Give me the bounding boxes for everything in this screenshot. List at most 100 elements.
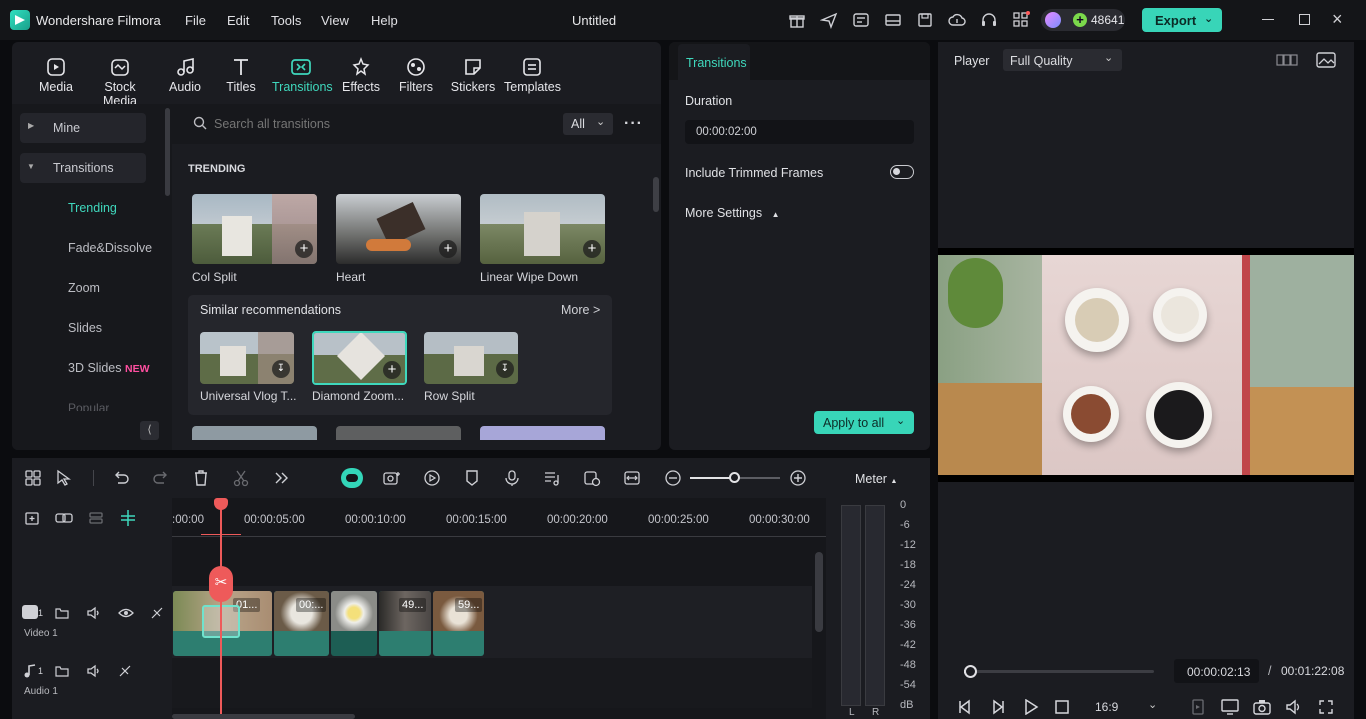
download-icon[interactable]: ↧ (272, 360, 290, 378)
transition-thumb-heart[interactable]: + (336, 194, 461, 264)
video-clip[interactable]: 00:... (274, 591, 329, 656)
playhead-line[interactable] (220, 498, 222, 719)
sidebar-item-mine[interactable]: ▶ Mine (20, 113, 146, 143)
menu-view[interactable]: View (321, 13, 349, 28)
transition-thumb-diamond-zoom[interactable]: + (312, 331, 407, 385)
chevron-down-icon[interactable]: ⌄ (896, 414, 905, 427)
send-icon[interactable] (819, 11, 838, 30)
more-options-icon[interactable]: ··· (624, 115, 643, 133)
video-clip[interactable]: 49... (379, 591, 431, 656)
audio-mix-icon[interactable] (543, 469, 561, 487)
transition-thumb-universal-vlog[interactable]: ↧ (200, 332, 294, 384)
undo-icon[interactable] (112, 469, 130, 487)
transition-thumb-row-split[interactable]: ↧ (424, 332, 518, 384)
more-tools-icon[interactable] (272, 469, 290, 487)
sidebar-item-slides[interactable]: Slides (68, 321, 102, 335)
sidebar-item-3d-slides[interactable]: 3D Slides NEW (68, 361, 149, 375)
fullscreen-icon[interactable] (1318, 699, 1334, 715)
snap-magnet-icon[interactable] (118, 508, 138, 528)
meter-toggle[interactable]: Meter ▲ (855, 472, 897, 486)
marker-icon[interactable] (463, 469, 481, 487)
add-icon[interactable]: + (295, 240, 313, 258)
layout-icon[interactable] (884, 11, 902, 29)
save-icon[interactable] (916, 11, 934, 29)
transition-thumb-col-split[interactable]: + (192, 194, 317, 264)
eye-icon[interactable] (118, 606, 134, 620)
timeline-vertical-scrollbar[interactable] (815, 552, 823, 632)
include-trimmed-toggle[interactable] (890, 165, 914, 179)
minimize-icon[interactable] (1262, 19, 1274, 20)
gift-icon[interactable] (788, 11, 806, 29)
menu-tools[interactable]: Tools (271, 13, 301, 28)
duration-input[interactable]: 00:00:02:00 (685, 120, 914, 144)
tab-stock-media[interactable]: Stock Media (86, 56, 154, 108)
speed-icon[interactable] (423, 469, 441, 487)
camera-snapshot-icon[interactable] (1253, 699, 1271, 715)
display-icon[interactable] (1221, 699, 1239, 715)
add-track-icon[interactable] (23, 510, 41, 526)
library-scrollbar[interactable] (653, 177, 659, 212)
filter-dropdown[interactable]: All ⌄ (563, 113, 613, 135)
fit-timeline-icon[interactable] (623, 469, 641, 487)
transition-thumb[interactable] (336, 426, 461, 440)
microphone-icon[interactable] (503, 469, 521, 487)
folder-icon[interactable] (55, 606, 69, 620)
quality-dropdown[interactable]: Full Quality ⌄ (1003, 49, 1122, 71)
playback-progress-knob[interactable] (963, 665, 977, 678)
tab-transitions[interactable]: Transitions (272, 56, 333, 94)
zoom-out-icon[interactable] (664, 469, 682, 487)
sidebar-item-fade-dissolve[interactable]: Fade&Dissolve (68, 241, 152, 255)
export-button[interactable]: Export ⌄ (1142, 8, 1222, 32)
apps-grid-icon[interactable] (1012, 11, 1030, 29)
mute-icon[interactable] (86, 663, 102, 679)
record-screen-icon[interactable] (382, 469, 402, 487)
transition-thumb[interactable] (480, 426, 605, 440)
grid-layout-icon[interactable] (24, 469, 42, 487)
download-icon[interactable]: ↧ (496, 360, 514, 378)
ai-assist-icon[interactable] (341, 468, 363, 488)
auto-sync-icon[interactable] (583, 469, 601, 487)
redo-icon[interactable] (152, 469, 170, 487)
playback-progress-bar[interactable] (964, 670, 1154, 673)
add-icon[interactable]: + (439, 240, 457, 258)
sidebar-scrollbar[interactable] (165, 108, 170, 196)
collapse-sidebar-button[interactable]: ⟨ (140, 421, 159, 440)
image-snapshot-icon[interactable] (1316, 51, 1336, 69)
tab-media[interactable]: Media (36, 56, 76, 94)
folder-icon[interactable] (55, 664, 69, 678)
play-icon[interactable] (1022, 699, 1040, 715)
add-icon[interactable]: + (383, 361, 401, 379)
previous-frame-icon[interactable] (956, 699, 974, 715)
tab-effects[interactable]: Effects (340, 56, 382, 94)
close-icon[interactable]: × (1332, 9, 1343, 30)
add-icon[interactable]: + (583, 240, 601, 258)
tab-titles[interactable]: Titles (222, 56, 260, 94)
tab-audio[interactable]: Audio (166, 56, 204, 94)
mute-icon[interactable] (86, 605, 102, 621)
sidebar-item-zoom[interactable]: Zoom (68, 281, 100, 295)
video-clip[interactable] (331, 591, 377, 656)
chevron-down-icon[interactable]: ⌄ (1204, 12, 1213, 25)
timeline-horizontal-scrollbar[interactable] (172, 714, 355, 719)
more-settings-toggle[interactable]: More Settings ▲ (685, 206, 780, 220)
render-preview-icon[interactable] (1191, 699, 1205, 715)
tab-filters[interactable]: Filters (398, 56, 434, 94)
zoom-in-icon[interactable] (789, 469, 807, 487)
sidebar-item-popular[interactable]: Popular (68, 401, 109, 411)
menu-edit[interactable]: Edit (227, 13, 249, 28)
select-tool-icon[interactable] (55, 469, 73, 487)
zoom-slider-knob[interactable] (729, 472, 740, 483)
transition-thumb-linear-wipe-down[interactable]: + (480, 194, 605, 264)
tab-templates[interactable]: Templates (504, 56, 561, 94)
sidebar-item-trending[interactable]: Trending (68, 201, 117, 215)
current-time-field[interactable]: 00:00:02:13 (1174, 659, 1259, 683)
link-icon[interactable] (54, 510, 74, 526)
credits-badge[interactable]: + 48641 (1041, 9, 1125, 31)
tab-stickers[interactable]: Stickers (450, 56, 496, 94)
transition-thumb[interactable] (192, 426, 317, 440)
stop-icon[interactable] (1054, 699, 1070, 715)
compare-view-icon[interactable] (1276, 52, 1298, 68)
lock-icon[interactable] (150, 606, 164, 620)
aspect-ratio-dropdown[interactable]: 16:9 ⌄ (1087, 696, 1167, 718)
more-link[interactable]: More > (561, 303, 600, 317)
